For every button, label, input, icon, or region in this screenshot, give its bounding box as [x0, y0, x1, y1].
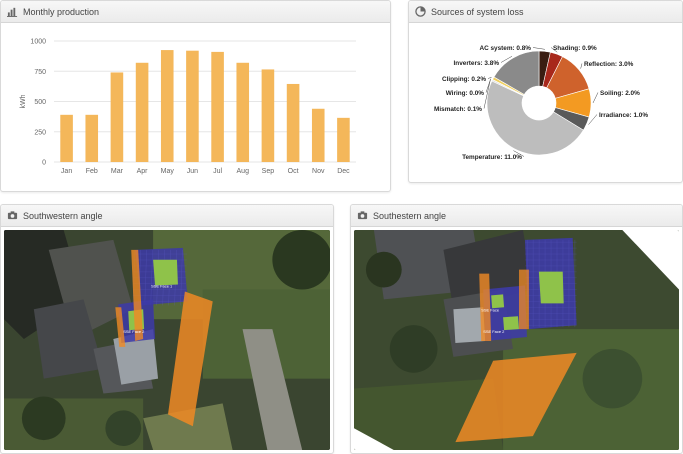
system-loss-chart: AC system: 0.8% Shading: 0.9% Reflection: …: [434, 45, 648, 161]
system-loss-panel: Sources of system loss AC system: 0.8% Sh…: [408, 0, 683, 183]
x-tick-label: Oct: [288, 168, 299, 175]
x-tick-label: Aug: [237, 168, 250, 175]
pie-chart-icon: [415, 6, 426, 17]
slice-label: Clipping: 0.2%: [442, 76, 486, 83]
slice-label: Shading: 0.9%: [553, 45, 597, 52]
southwestern-angle-header: Southwestern angle: [1, 205, 333, 227]
monthly-production-panel: Monthly production 0 250 500 750 1000 kWh Jan F…: [0, 0, 391, 192]
x-tick-label: Sep: [262, 168, 275, 175]
se-face2-label: SSE Face 2: [483, 329, 504, 334]
bar-nov[interactable]: [311, 108, 325, 162]
x-tick-label: Feb: [86, 168, 98, 175]
y-tick-label: 1000: [30, 39, 46, 46]
southwestern-angle-panel: Southwestern angle SSE Face 1 SSE Face 2: [0, 204, 334, 454]
sw-face2-label: SSE Face 2: [123, 329, 144, 334]
slice-label: Soiling: 2.0%: [600, 90, 640, 97]
bar-feb[interactable]: [85, 114, 99, 162]
y-tick-label: 0: [42, 160, 46, 167]
southeastern-angle-panel: Southestern angle SSE Face SSE Face 2: [350, 204, 683, 454]
se-face1-label: SSE Face: [481, 307, 500, 312]
bar-oct[interactable]: [286, 83, 300, 162]
leader-line: [532, 47, 545, 50]
leader-line: [592, 92, 599, 104]
monthly-production-chart: 0 250 500 750 1000 kWh Jan Feb Mar Apr May Jun Jul Au…: [20, 39, 356, 175]
leader-line: [580, 63, 583, 69]
x-tick-label: Dec: [337, 168, 350, 175]
y-axis-label: kWh: [20, 94, 27, 108]
bar-sep[interactable]: [261, 69, 275, 162]
southwestern-aerial-image: SSE Face 1 SSE Face 2: [4, 230, 330, 450]
bar-mar[interactable]: [110, 72, 124, 162]
y-tick-label: 500: [34, 99, 46, 106]
camera-icon: [7, 210, 18, 221]
slice-label: Reflection: 3.0%: [584, 61, 634, 68]
bar-jul[interactable]: [211, 51, 224, 162]
x-tick-label: May: [161, 168, 175, 175]
slice-label: Temperature: 11.0%: [462, 154, 522, 161]
slice-label: AC system: 0.8%: [479, 45, 531, 52]
x-tick-label: Nov: [312, 168, 325, 175]
bar-jun[interactable]: [186, 50, 199, 162]
southeastern-angle-header: Southestern angle: [351, 205, 682, 227]
southwestern-angle-title: Southwestern angle: [23, 210, 103, 221]
bar-may[interactable]: [160, 50, 174, 163]
system-loss-title: Sources of system loss: [431, 6, 524, 17]
bar-chart-icon: [7, 6, 18, 17]
x-tick-label: Jan: [61, 168, 72, 175]
monthly-production-title: Monthly production: [23, 6, 100, 17]
monthly-production-header: Monthly production: [1, 1, 390, 23]
bar-dec[interactable]: [337, 117, 350, 162]
southeastern-aerial-image: SSE Face SSE Face 2: [354, 230, 679, 450]
x-tick-label: Apr: [137, 168, 149, 175]
y-tick-label: 750: [34, 69, 46, 76]
bar-aug[interactable]: [236, 62, 250, 162]
slice-label: Inverters: 3.8%: [454, 60, 500, 67]
leader-line: [487, 77, 492, 79]
slice-label: Wiring: 0.0%: [446, 90, 485, 97]
slice-label: Mismatch: 0.1%: [434, 106, 482, 113]
bar-apr[interactable]: [135, 62, 149, 162]
leader-line: [588, 114, 598, 125]
bar-jan[interactable]: [60, 114, 73, 162]
sw-face1-label: SSE Face 1: [151, 283, 172, 288]
x-tick-label: Jun: [187, 168, 198, 175]
y-tick-label: 250: [34, 129, 46, 136]
x-tick-label: Jul: [213, 168, 222, 175]
southeastern-angle-title: Southestern angle: [373, 210, 447, 221]
x-tick-label: Mar: [111, 168, 124, 175]
camera-icon: [357, 210, 368, 221]
system-loss-header: Sources of system loss: [409, 1, 682, 23]
slice-label: Irradiance: 1.0%: [599, 112, 648, 119]
